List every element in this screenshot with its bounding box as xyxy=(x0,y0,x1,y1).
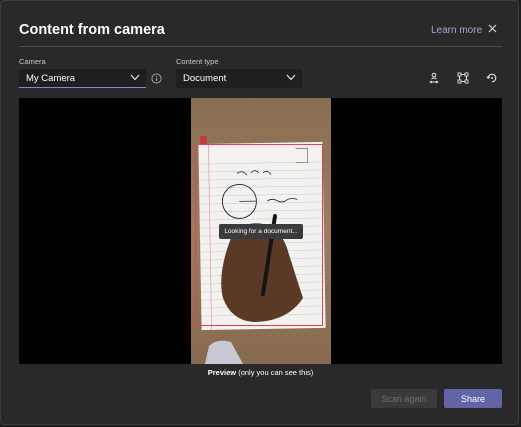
crop-button[interactable] xyxy=(456,71,470,85)
header-divider xyxy=(19,46,502,47)
close-icon xyxy=(488,24,496,32)
camera-preview: Looking for a document... xyxy=(19,98,502,364)
content-type-label: Content type xyxy=(176,57,219,66)
preview-caption: Preview (only you can see this) xyxy=(1,368,520,377)
camera-label: Camera xyxy=(19,57,46,66)
close-button[interactable] xyxy=(485,21,499,35)
camera-select[interactable]: My Camera xyxy=(19,69,146,88)
info-icon[interactable] xyxy=(151,73,162,84)
preview-caption-note: (only you can see this) xyxy=(236,368,314,377)
camera-select-value: My Camera xyxy=(26,72,76,84)
preview-caption-bold: Preview xyxy=(207,368,237,377)
share-button[interactable]: Share xyxy=(444,389,502,408)
content-type-select-value: Document xyxy=(183,73,227,84)
crop-frame-icon xyxy=(457,72,469,84)
mirror-button[interactable] xyxy=(427,71,441,85)
mirror-icon xyxy=(428,72,440,84)
content-type-select[interactable]: Document xyxy=(176,69,302,88)
learn-more-link[interactable]: Learn more xyxy=(431,25,482,36)
content-from-camera-dialog: Content from camera Learn more Camera My… xyxy=(0,0,519,425)
chevron-down-icon xyxy=(130,74,140,81)
chevron-down-icon xyxy=(286,74,296,81)
scan-again-button[interactable]: Scan again xyxy=(371,389,437,408)
rotate-icon xyxy=(486,73,497,83)
rotate-button[interactable] xyxy=(485,71,499,85)
detection-status-toast: Looking for a document... xyxy=(219,224,303,239)
dialog-title: Content from camera xyxy=(19,22,165,38)
